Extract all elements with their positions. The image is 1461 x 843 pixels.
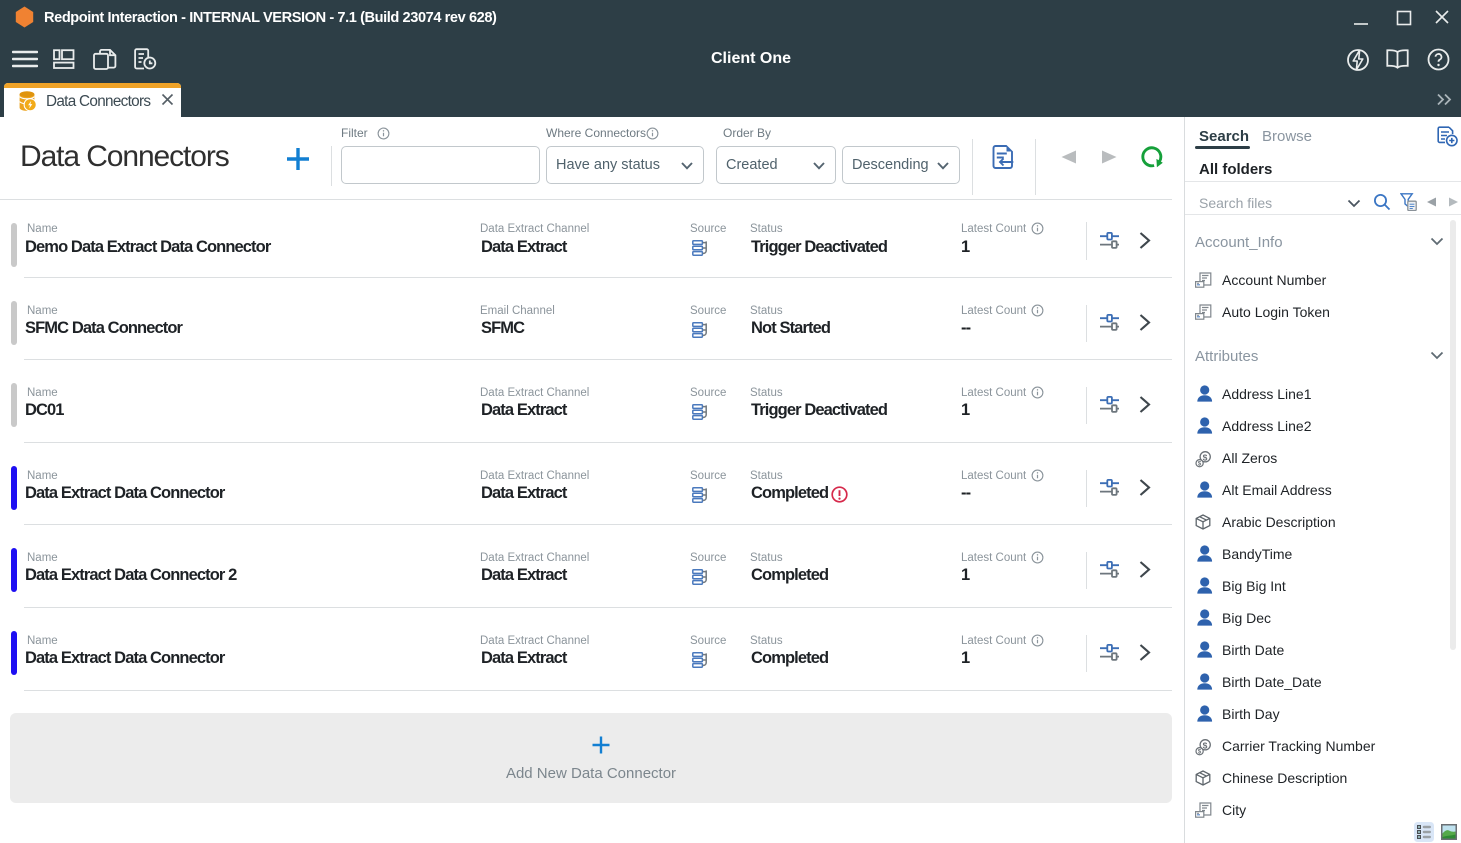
svg-text:$: $ bbox=[1203, 452, 1208, 462]
svg-text:$: $ bbox=[1203, 740, 1208, 750]
